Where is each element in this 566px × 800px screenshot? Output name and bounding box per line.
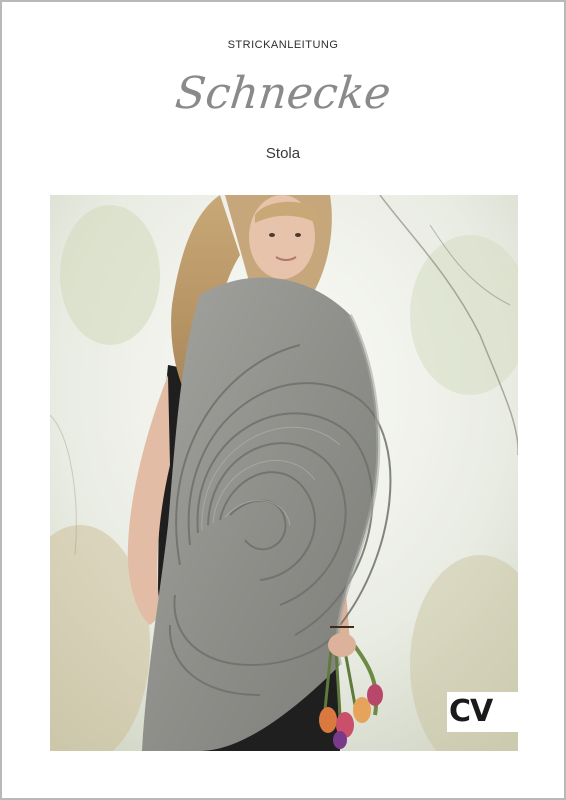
pattern-title: Schnecke: [172, 68, 394, 119]
publisher-logo: CV: [447, 692, 519, 732]
cover-page: STRICKANLEITUNG Schnecke Stola CV: [0, 0, 566, 800]
category-label: STRICKANLEITUNG: [227, 39, 339, 51]
cover-photo: [50, 195, 518, 751]
publisher-logo-text: CV: [449, 694, 493, 729]
hand: [328, 633, 356, 657]
pattern-subtitle: Stola: [265, 145, 301, 162]
